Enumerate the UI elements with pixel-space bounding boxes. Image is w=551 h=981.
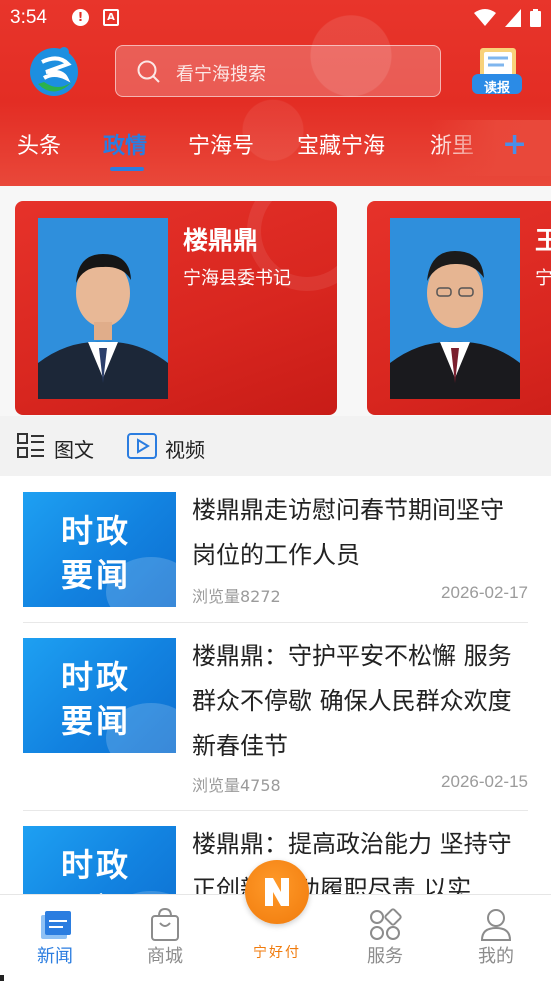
services-icon bbox=[370, 908, 402, 940]
news-title: 楼鼎鼎：提高政治能力 坚持守正创新 主动履职尽责 以实 bbox=[192, 830, 512, 896]
news-views: 浏览量4758 bbox=[192, 776, 281, 795]
leader-card[interactable]: 楼鼎鼎 宁海县委书记 bbox=[15, 201, 337, 415]
nav-news-label: 新闻 bbox=[37, 946, 73, 967]
signal-icon bbox=[504, 9, 521, 27]
app-screen: 3:54 ! A 看宁海搜索 读报 头条 政情 宁海号 宝藏宁海 + 楼鼎鼎 宁… bbox=[0, 0, 551, 981]
status-time: 3:54 bbox=[10, 7, 47, 28]
news-title: 楼鼎鼎：守护平安不松懈 服务群众不停歇 确保人民群众欢度新春佳节 bbox=[192, 642, 512, 760]
tab-toutiao[interactable]: 头条 bbox=[17, 128, 61, 160]
app-notification-icon: A bbox=[103, 9, 119, 26]
news-icon bbox=[41, 911, 71, 939]
ninghaofu-label: 宁好付 bbox=[253, 945, 301, 961]
divider bbox=[23, 810, 528, 811]
tabs-fade bbox=[430, 120, 551, 176]
filter-tuwen[interactable]: 图文 bbox=[17, 432, 107, 462]
tab-zhengqing[interactable]: 政情 bbox=[103, 128, 147, 160]
tab-baozang-ninghai[interactable]: 宝藏宁海 bbox=[297, 128, 385, 160]
active-tab-indicator bbox=[110, 167, 144, 171]
leader-card[interactable]: 王 宁 记 bbox=[367, 201, 551, 415]
thumb-text-2: 要闻 bbox=[61, 556, 132, 594]
divider bbox=[23, 622, 528, 623]
leader-cards: 楼鼎鼎 宁海县委书记 王 宁 记 bbox=[0, 186, 551, 416]
leader-name: 楼鼎鼎 bbox=[183, 226, 259, 255]
app-logo[interactable] bbox=[28, 42, 80, 100]
logo-icon bbox=[30, 47, 78, 96]
ninghaofu-icon bbox=[265, 878, 289, 906]
shopping-bag-icon bbox=[151, 907, 179, 941]
nav-profile[interactable]: 我的 bbox=[441, 895, 551, 975]
ninghaofu-button[interactable] bbox=[245, 860, 309, 924]
leader-name: 王 bbox=[535, 226, 551, 255]
thumb-text-1: 时政 bbox=[61, 512, 132, 550]
filter-shipin-label: 视频 bbox=[165, 438, 205, 462]
news-thumbnail: 时政 要闻 bbox=[23, 492, 176, 607]
leader-photo bbox=[38, 218, 168, 399]
nav-mall[interactable]: 商城 bbox=[110, 895, 220, 975]
nav-services[interactable]: 服务 bbox=[330, 895, 440, 975]
thumb-text-2: 要闻 bbox=[61, 702, 132, 740]
list-grid-icon bbox=[17, 433, 44, 458]
news-thumbnail: 时政 要闻 bbox=[23, 638, 176, 753]
tab-ninghaihao[interactable]: 宁海号 bbox=[188, 128, 254, 160]
news-title: 楼鼎鼎走访慰问春节期间坚守岗位的工作人员 bbox=[192, 496, 504, 569]
news-thumbnail: 时政 要闻 bbox=[23, 826, 176, 896]
search-placeholder: 看宁海搜索 bbox=[176, 64, 266, 85]
content-filter-bar: 图文 视频 bbox=[0, 416, 551, 476]
filter-tuwen-label: 图文 bbox=[54, 438, 94, 462]
dubao-label: 读报 bbox=[484, 81, 511, 96]
thumb-text-1: 时政 bbox=[61, 658, 132, 696]
filter-shipin[interactable]: 视频 bbox=[127, 432, 217, 462]
header: 3:54 ! A 看宁海搜索 读报 头条 政情 宁海号 宝藏宁海 + bbox=[0, 0, 551, 186]
system-edge-indicator bbox=[0, 975, 4, 981]
thumb-text-1: 时政 bbox=[61, 846, 132, 884]
nav-mall-label: 商城 bbox=[147, 946, 183, 967]
nav-news[interactable]: 新闻 bbox=[0, 895, 110, 975]
alert-icon: ! bbox=[72, 9, 89, 26]
news-date: 2026-02-15 bbox=[441, 772, 528, 791]
status-icons bbox=[470, 9, 541, 27]
video-play-icon bbox=[127, 433, 157, 459]
news-list: 时政 要闻 楼鼎鼎走访慰问春节期间坚守岗位的工作人员 浏览量8272 2026-… bbox=[0, 476, 551, 896]
profile-icon bbox=[480, 909, 512, 941]
nav-profile-label: 我的 bbox=[478, 946, 514, 967]
wifi-icon bbox=[473, 9, 496, 26]
news-date: 2026-02-17 bbox=[441, 583, 528, 602]
search-input[interactable]: 看宁海搜索 bbox=[115, 45, 441, 97]
leader-title: 宁海县委书记 bbox=[183, 268, 291, 289]
search-icon bbox=[137, 60, 160, 83]
nav-services-label: 服务 bbox=[367, 946, 403, 967]
add-channel-icon[interactable]: + bbox=[502, 130, 527, 160]
battery-icon bbox=[530, 9, 541, 27]
read-newspaper-button[interactable]: 读报 bbox=[470, 46, 524, 96]
news-views: 浏览量8272 bbox=[192, 587, 281, 606]
leader-photo bbox=[390, 218, 520, 399]
status-bar: 3:54 ! A bbox=[0, 0, 551, 36]
leader-title: 宁 记 bbox=[535, 268, 551, 289]
